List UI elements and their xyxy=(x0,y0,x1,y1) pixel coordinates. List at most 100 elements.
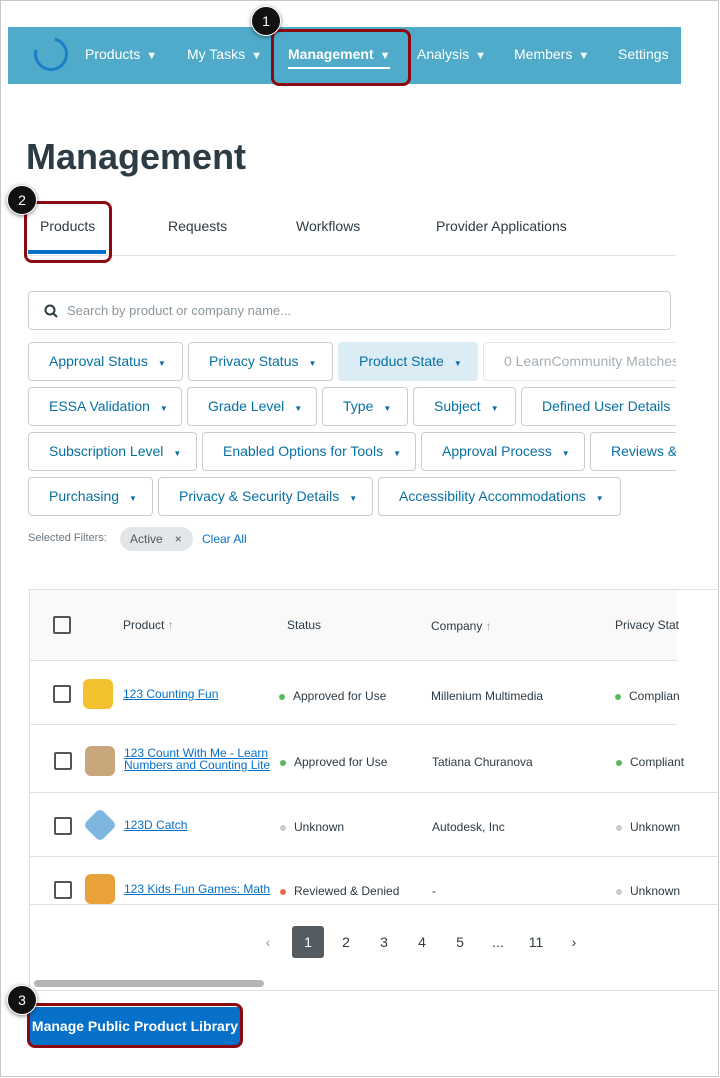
row-checkbox[interactable] xyxy=(53,685,71,703)
product-icon xyxy=(83,808,117,842)
sort-up-icon: ↑ xyxy=(167,618,174,632)
caret-down-icon: ▼ xyxy=(561,449,570,458)
filter-reviews[interactable]: Reviews & xyxy=(590,432,676,471)
filter-type[interactable]: Type ▼ xyxy=(322,387,408,426)
header-product[interactable]: Product ↑ xyxy=(123,618,174,632)
page-4[interactable]: 4 xyxy=(406,926,438,958)
table-row: 123D Catch Unknown Autodesk, Inc Unknown xyxy=(30,793,719,857)
nav-members[interactable]: Members ▼ xyxy=(514,46,589,62)
callout-highlight xyxy=(27,1003,243,1048)
caret-down-icon: ▼ xyxy=(490,404,499,413)
nav-label: Analysis xyxy=(417,46,470,62)
filter-pill-active[interactable]: Active × xyxy=(120,527,193,551)
table-row: 123 Count With Me - Learn Numbers and Cou… xyxy=(30,725,719,793)
product-link[interactable]: 123 Kids Fun Games: Math xyxy=(124,883,270,895)
product-icon xyxy=(85,746,115,776)
caret-down-icon: ▼ xyxy=(159,404,168,413)
filter-privacy-security-details[interactable]: Privacy & Security Details ▼ xyxy=(158,477,373,516)
filter-purchasing[interactable]: Purchasing ▼ xyxy=(28,477,153,516)
status: Approved for Use xyxy=(279,689,386,703)
product-link[interactable]: 123 Counting Fun xyxy=(123,688,218,700)
filter-accessibility[interactable]: Accessibility Accommodations ▼ xyxy=(378,477,621,516)
clear-all-link[interactable]: Clear All xyxy=(202,532,247,546)
search-icon xyxy=(44,304,58,318)
status: Unknown xyxy=(280,820,344,834)
page-5[interactable]: 5 xyxy=(444,926,476,958)
select-all-checkbox[interactable] xyxy=(53,616,71,634)
nav-my-tasks[interactable]: My Tasks ▼ xyxy=(187,46,262,62)
product-link[interactable]: 123 Count With Me - Learn Numbers and Cou… xyxy=(124,747,270,771)
company: - xyxy=(432,884,436,898)
next-page-button[interactable]: › xyxy=(558,926,590,958)
header-status: Status xyxy=(287,618,322,632)
caret-down-icon: ▼ xyxy=(294,404,303,413)
filter-defined-user-details[interactable]: Defined User Details xyxy=(521,387,676,426)
filter-approval-status[interactable]: Approval Status ▼ xyxy=(28,342,183,381)
tab-workflows[interactable]: Workflows xyxy=(296,218,360,234)
callout-number: 2 xyxy=(7,185,37,215)
product-link[interactable]: 123D Catch xyxy=(124,819,187,831)
filter-privacy-status[interactable]: Privacy Status ▼ xyxy=(188,342,333,381)
privacy-status: Unknown xyxy=(616,820,680,834)
header-company[interactable]: Company ↑ xyxy=(431,619,492,633)
callout-number: 3 xyxy=(7,985,37,1015)
nav-products[interactable]: Products ▼ xyxy=(85,46,157,62)
logo-icon[interactable] xyxy=(27,30,75,78)
search-input[interactable]: Search by product or company name... xyxy=(28,291,671,330)
product-icon xyxy=(85,874,115,904)
nav-label: Products xyxy=(85,46,141,62)
filter-grade-level[interactable]: Grade Level ▼ xyxy=(187,387,317,426)
callout-number: 1 xyxy=(251,6,281,36)
remove-icon[interactable]: × xyxy=(175,532,182,546)
sort-up-icon: ↑ xyxy=(485,619,492,633)
row-checkbox[interactable] xyxy=(54,752,72,770)
page-2[interactable]: 2 xyxy=(330,926,362,958)
filter-product-state[interactable]: Product State ▼ xyxy=(338,342,478,381)
caret-down-icon: ▼ xyxy=(393,449,401,458)
caret-down-icon: ▼ xyxy=(129,494,137,503)
filter-essa-validation[interactable]: ESSA Validation ▼ xyxy=(28,387,182,426)
page-ellipsis: ... xyxy=(492,934,504,950)
table-row: 123 Kids Fun Games: Math Reviewed & Deni… xyxy=(30,857,719,905)
product-icon xyxy=(83,679,113,709)
filter-subscription-level[interactable]: Subscription Level ▼ xyxy=(28,432,197,471)
chevron-down-icon: ▼ xyxy=(251,50,262,62)
filter-learncommunity-matches: 0 LearnCommunity Matches xyxy=(483,342,676,381)
chevron-down-icon: ▼ xyxy=(578,50,590,62)
nav-settings[interactable]: Settings xyxy=(618,46,669,62)
nav-label: My Tasks xyxy=(187,46,246,62)
privacy-status: Compliant xyxy=(616,755,684,769)
filter-approval-process[interactable]: Approval Process ▼ xyxy=(421,432,585,471)
row-checkbox[interactable] xyxy=(54,881,72,899)
privacy-status: Unknown xyxy=(616,884,680,898)
company: Autodesk, Inc xyxy=(432,820,505,834)
page-3[interactable]: 3 xyxy=(368,926,400,958)
header-privacy-status: Privacy Stat xyxy=(615,618,680,632)
company: Tatiana Churanova xyxy=(432,755,533,769)
tab-provider-applications[interactable]: Provider Applications xyxy=(436,218,567,234)
table-row: 123 Counting Fun Approved for Use Millen… xyxy=(30,661,680,725)
page-1[interactable]: 1 xyxy=(292,926,324,958)
filter-subject[interactable]: Subject ▼ xyxy=(413,387,516,426)
callout-highlight xyxy=(24,201,112,263)
page-11[interactable]: 11 xyxy=(520,926,552,958)
nav-label: Settings xyxy=(618,46,669,62)
caret-down-icon: ▼ xyxy=(157,359,166,368)
caret-down-icon: ▼ xyxy=(173,449,182,458)
status: Reviewed & Denied xyxy=(280,884,399,898)
nav-analysis[interactable]: Analysis ▼ xyxy=(417,46,486,62)
callout-highlight xyxy=(271,29,411,86)
caret-down-icon: ▼ xyxy=(383,404,392,413)
divider xyxy=(28,255,676,256)
tab-requests[interactable]: Requests xyxy=(168,218,227,234)
caret-down-icon: ▼ xyxy=(349,494,358,503)
row-checkbox[interactable] xyxy=(54,817,72,835)
nav-label: Members xyxy=(514,46,573,62)
caret-down-icon: ▼ xyxy=(595,494,604,503)
prev-page-button[interactable]: ‹ xyxy=(252,926,284,958)
horizontal-scrollbar[interactable] xyxy=(34,980,264,987)
company: Millenium Multimedia xyxy=(431,689,544,703)
page-title: Management xyxy=(26,136,247,177)
chevron-down-icon: ▼ xyxy=(475,50,487,62)
filter-enabled-options[interactable]: Enabled Options for Tools ▼ xyxy=(202,432,416,471)
